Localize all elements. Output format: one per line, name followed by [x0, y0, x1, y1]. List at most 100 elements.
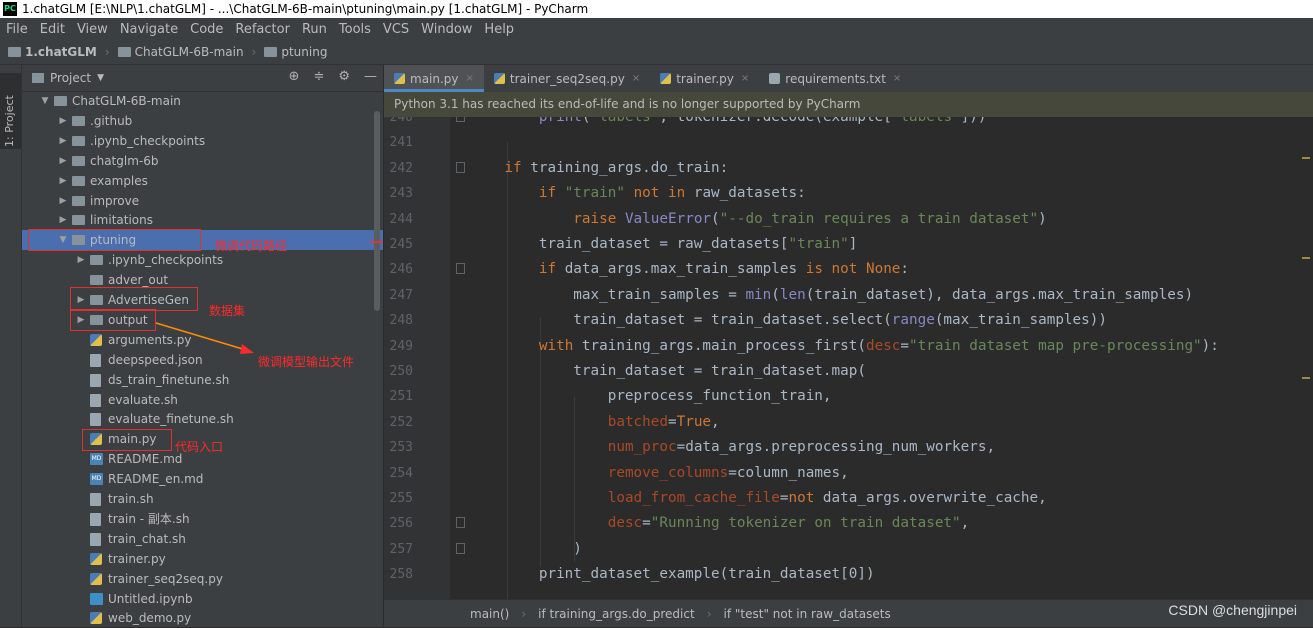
breadcrumb-folder[interactable]: ChatGLM-6B-main › [117, 45, 256, 59]
code-text: desc="Running tokenizer on train dataset… [607, 515, 970, 532]
editor-vertical-scrollbar[interactable] [1298, 117, 1313, 599]
code-line[interactable]: 247 max_train_samples = min(len(train_da… [384, 283, 1313, 308]
close-icon[interactable]: × [632, 73, 640, 84]
code-breadcrumb-item[interactable]: main() [470, 607, 509, 621]
code-line[interactable]: 240 print("labels", tokenizer.decode(exa… [384, 117, 1313, 130]
editor-tab-label: trainer_seq2seq.py [509, 71, 625, 86]
tree-item-label: web_demo.py [108, 611, 192, 626]
editor-tab[interactable]: main.py × [384, 65, 484, 92]
tree-item[interactable]: Untitled.ipynb [22, 589, 383, 609]
tree-item[interactable]: trainer_seq2seq.py [22, 569, 383, 589]
chevron-right-icon[interactable]: ▶ [58, 151, 68, 171]
fold-marker-icon[interactable] [456, 542, 465, 554]
menu-item-help[interactable]: Help [478, 22, 520, 37]
fold-marker-icon[interactable] [456, 263, 465, 275]
code-line[interactable]: 252 batched=True, [384, 410, 1313, 435]
warning-marker[interactable] [1302, 157, 1310, 159]
code-line[interactable]: 246 if data_args.max_train_samples is no… [384, 257, 1313, 282]
chevron-right-icon[interactable]: ▶ [58, 171, 68, 191]
tree-item-label: improve [90, 193, 140, 208]
code-line[interactable]: 254 remove_columns=column_names, [384, 461, 1313, 486]
chevron-down-icon[interactable]: ▼ [40, 91, 50, 111]
code-line[interactable]: 245 train_dataset = raw_datasets["train"… [384, 232, 1313, 257]
tree-item[interactable]: MD README_en.md [22, 469, 383, 489]
fold-marker-icon[interactable] [456, 517, 465, 529]
project-tool-tab[interactable]: 1: Project [0, 73, 21, 149]
tree-item[interactable]: train - 副本.sh [22, 509, 383, 529]
tree-item[interactable]: ▶ .ipynb_checkpoints [22, 131, 383, 151]
project-scrollbar[interactable] [374, 111, 380, 311]
gear-icon[interactable]: ⚙ [338, 69, 350, 84]
code-line[interactable]: 250 train_dataset = train_dataset.map( [384, 359, 1313, 384]
line-number: 246 [389, 262, 413, 278]
line-number: 251 [389, 389, 413, 405]
code-line[interactable]: 248 train_dataset = train_dataset.select… [384, 308, 1313, 333]
breadcrumb-folder[interactable]: ptuning [264, 45, 327, 59]
tree-item[interactable]: trainer.py [22, 549, 383, 569]
chevron-right-icon[interactable]: ▶ [58, 111, 68, 131]
annotation-box-dataset [70, 287, 198, 311]
menu-item-view[interactable]: View [71, 22, 114, 37]
code-text: print_dataset_example(train_dataset[0]) [470, 566, 875, 583]
close-icon[interactable]: × [741, 73, 749, 84]
navigation-bar: 1.chatGLM › ChatGLM-6B-main › ptuning [0, 40, 1313, 65]
code-breadcrumb-item[interactable]: if training_args.do_predict [538, 607, 695, 621]
tree-item[interactable]: ▶ examples [22, 171, 383, 191]
tree-item[interactable]: evaluate_finetune.sh [22, 409, 383, 429]
editor-tab[interactable]: trainer_seq2seq.py × [484, 65, 650, 92]
menu-item-run[interactable]: Run [296, 22, 333, 37]
chevron-right-icon[interactable]: ▶ [58, 131, 68, 151]
menu-item-edit[interactable]: Edit [34, 22, 71, 37]
menu-item-file[interactable]: File [0, 22, 34, 37]
tree-item[interactable]: ▶ .github [22, 111, 383, 131]
code-line[interactable]: 242 if training_args.do_train: [384, 156, 1313, 181]
menu-item-code[interactable]: Code [184, 22, 229, 37]
code-line[interactable]: 241 [384, 130, 1313, 155]
tree-item[interactable]: ▶ limitations [22, 210, 383, 230]
fold-marker-icon[interactable] [456, 161, 465, 173]
tree-item[interactable]: ▶ .ipynb_checkpoints [22, 250, 383, 270]
chevron-down-icon[interactable]: ▼ [97, 73, 104, 83]
minimize-icon[interactable]: — [364, 69, 377, 84]
code-breadcrumb-item[interactable]: if "test" not in raw_datasets [724, 607, 891, 621]
code-line[interactable]: 257 ) [384, 537, 1313, 562]
tree-item[interactable]: ▼ ChatGLM-6B-main [22, 91, 383, 111]
tree-item[interactable]: evaluate.sh [22, 390, 383, 410]
close-icon[interactable]: × [893, 73, 901, 84]
warning-marker[interactable] [1302, 257, 1310, 259]
tree-item[interactable]: ▶ improve [22, 191, 383, 211]
chevron-right-icon[interactable]: ▶ [58, 191, 68, 211]
tree-item[interactable]: ▶ chatglm-6b [22, 151, 383, 171]
close-icon[interactable]: × [466, 73, 474, 84]
code-line[interactable]: 258 print_dataset_example(train_dataset[… [384, 562, 1313, 587]
tree-item[interactable]: train.sh [22, 489, 383, 509]
collapse-all-icon[interactable]: ≑ [313, 69, 324, 84]
code-line[interactable]: 244 raise ValueError("--do_train require… [384, 207, 1313, 232]
code-area[interactable]: 240 print("labels", tokenizer.decode(exa… [384, 117, 1313, 599]
menu-item-tools[interactable]: Tools [333, 22, 377, 37]
code-line[interactable]: 249 with training_args.main_process_firs… [384, 334, 1313, 359]
locate-icon[interactable]: ⊕ [289, 69, 300, 84]
code-line[interactable]: 255 load_from_cache_file=not data_args.o… [384, 486, 1313, 511]
chevron-right-icon[interactable]: ▶ [76, 250, 86, 270]
editor-tab[interactable]: requirements.txt × [759, 65, 911, 92]
code-line[interactable]: 253 num_proc=data_args.preprocessing_num… [384, 435, 1313, 460]
menu-item-refactor[interactable]: Refactor [229, 22, 296, 37]
code-line[interactable]: 243 if "train" not in raw_datasets: [384, 181, 1313, 206]
menu-item-navigate[interactable]: Navigate [114, 22, 184, 37]
tree-item[interactable]: arguments.py [22, 330, 383, 350]
tree-item[interactable]: ds_train_finetune.sh [22, 370, 383, 390]
chevron-right-icon[interactable]: ▶ [58, 210, 68, 230]
project-view-selector[interactable]: Project [50, 71, 91, 85]
code-line[interactable]: 256 desc="Running tokenizer on train dat… [384, 511, 1313, 536]
editor-tab[interactable]: trainer.py × [650, 65, 759, 92]
editor: main.py × trainer_seq2seq.py × trainer.py × re… [384, 65, 1313, 627]
tree-item[interactable]: web_demo.py [22, 608, 383, 628]
breadcrumb-project[interactable]: 1.chatGLM › [8, 45, 110, 59]
code-line[interactable]: 251 preprocess_function_train, [384, 384, 1313, 409]
menu-item-vcs[interactable]: VCS [377, 22, 415, 37]
fold-marker-icon[interactable] [456, 117, 465, 122]
menu-item-window[interactable]: Window [415, 22, 478, 37]
warning-marker[interactable] [1302, 377, 1310, 379]
tree-item[interactable]: train_chat.sh [22, 529, 383, 549]
